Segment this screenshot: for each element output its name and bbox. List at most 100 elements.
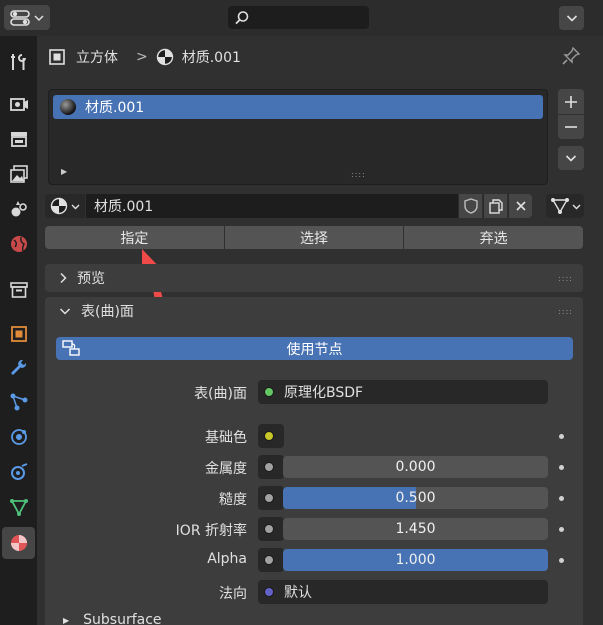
object-square-icon (10, 326, 27, 342)
shield-icon (463, 198, 478, 214)
constraints-tab[interactable] (2, 456, 35, 488)
editor-type-menu[interactable] (4, 5, 50, 30)
object-tab[interactable] (2, 318, 35, 350)
remove-slot-button[interactable] (564, 120, 578, 134)
keyframe-dot-icon[interactable] (559, 496, 564, 501)
printer-icon (10, 132, 27, 147)
drag-grip-icon[interactable]: :::: (558, 307, 573, 316)
breadcrumb-object: 立方体 (76, 50, 118, 66)
unlink-material-button[interactable] (508, 194, 532, 218)
material-sphere-icon (60, 99, 76, 115)
ior-value: 1.450 (395, 521, 436, 537)
scrollbar[interactable] (589, 36, 603, 625)
surface-panel-title: 表(曲)面 (81, 304, 134, 320)
resize-grip-icon[interactable]: :::: (351, 170, 366, 179)
surface-shader-field[interactable]: 原理化BSDF (258, 380, 548, 404)
material-slot-list[interactable]: 材质.001 ▶ :::: (48, 89, 548, 185)
duplicate-material-button[interactable] (483, 194, 507, 218)
subsurface-subpanel-header[interactable]: ▶ Subsurface (63, 612, 162, 625)
float-socket-icon (264, 462, 274, 472)
use-nodes-button[interactable]: 使用节点 (56, 337, 573, 360)
keyframe-dot-icon[interactable] (559, 527, 564, 532)
alpha-value: 1.000 (395, 552, 436, 568)
alpha-slider[interactable]: 1.000 (283, 549, 548, 571)
material-slot-item[interactable]: 材质.001 (53, 95, 543, 119)
deselect-button[interactable]: 弃选 (404, 226, 584, 249)
ior-slider[interactable]: 1.450 (283, 518, 548, 540)
surface-label: 表(曲)面 (194, 386, 247, 402)
scene-tab[interactable] (2, 193, 35, 225)
node-tree-icon (550, 198, 569, 214)
preview-panel-title: 预览 (77, 271, 105, 287)
material-name-field[interactable]: 材质.001 (86, 194, 458, 218)
properties-tab-strip (0, 36, 37, 625)
browse-material-button[interactable] (45, 194, 85, 218)
pin-button[interactable] (561, 46, 581, 70)
preview-panel-header[interactable]: 预览 :::: (45, 264, 583, 292)
expand-triangle-icon[interactable]: ▶ (61, 167, 67, 176)
pin-icon (562, 46, 581, 65)
metallic-label: 金属度 (205, 461, 247, 477)
keyframe-dot-icon[interactable] (559, 434, 564, 439)
breadcrumb-separator: > (136, 49, 148, 65)
use-nodes-label: 使用节点 (286, 341, 343, 358)
output-tab[interactable] (2, 123, 35, 155)
image-stack-icon (9, 165, 28, 183)
roughness-slider[interactable]: 0.500 (283, 487, 548, 509)
normal-value: 默认 (284, 585, 312, 601)
expand-triangle-icon: ▶ (63, 615, 70, 625)
color-socket-icon (264, 431, 274, 441)
fake-user-button[interactable] (458, 194, 482, 218)
search-input[interactable] (228, 6, 369, 29)
globe-icon (10, 236, 27, 252)
properties-header (0, 0, 603, 36)
tool-tab[interactable] (2, 46, 35, 78)
world-tab[interactable] (2, 228, 35, 260)
chevron-down-icon (34, 14, 44, 21)
chevron-down-icon (71, 204, 80, 209)
node-editor-icon (62, 340, 80, 356)
scene-icon (11, 201, 27, 217)
wrench-screwdriver-icon (10, 54, 26, 70)
divider (558, 114, 584, 115)
keyframe-dot-icon[interactable] (559, 465, 564, 470)
metallic-slider[interactable]: 0.000 (283, 456, 548, 478)
physics-tab[interactable] (2, 421, 35, 453)
duplicate-icon (488, 199, 503, 214)
keyframe-dot-icon[interactable] (559, 558, 564, 563)
float-socket-icon (264, 524, 274, 534)
add-slot-button[interactable] (564, 95, 578, 109)
collection-tab[interactable] (2, 274, 35, 306)
physics-orbit-icon (10, 429, 27, 445)
header-options-button[interactable] (559, 6, 584, 30)
assign-button[interactable]: 指定 (45, 226, 225, 249)
slot-operations-row: 指定 选择 弃选 (45, 226, 584, 249)
node-link-menu[interactable] (546, 194, 584, 218)
particles-tab[interactable] (2, 386, 35, 418)
view-layer-tab[interactable] (2, 158, 35, 190)
wrench-icon (10, 359, 26, 375)
select-button[interactable]: 选择 (224, 226, 405, 249)
surface-shader-value: 原理化BSDF (284, 385, 364, 401)
modifier-tab[interactable] (2, 352, 35, 384)
roughness-label: 糙度 (219, 492, 247, 508)
close-icon (515, 201, 526, 211)
slot-specials-menu[interactable] (558, 146, 584, 170)
material-tab[interactable] (2, 527, 35, 559)
chevron-right-icon (60, 272, 67, 284)
data-tab[interactable] (2, 491, 35, 523)
shader-socket-icon (264, 387, 274, 397)
drag-grip-icon[interactable]: :::: (558, 274, 573, 283)
normal-field[interactable]: 默认 (258, 580, 548, 604)
search-icon (235, 10, 249, 24)
breadcrumb: 立方体 > 材质.001 (48, 44, 241, 70)
float-socket-icon (264, 493, 274, 503)
render-tab[interactable] (2, 88, 35, 120)
vector-socket-icon (264, 587, 274, 597)
surface-panel-header[interactable]: 表(曲)面 :::: (45, 297, 583, 325)
normal-label: 法向 (219, 586, 247, 602)
material-sphere-icon (10, 535, 27, 551)
float-socket-icon (264, 555, 274, 565)
alpha-label: Alpha (207, 551, 247, 567)
material-sphere-icon (50, 197, 68, 215)
